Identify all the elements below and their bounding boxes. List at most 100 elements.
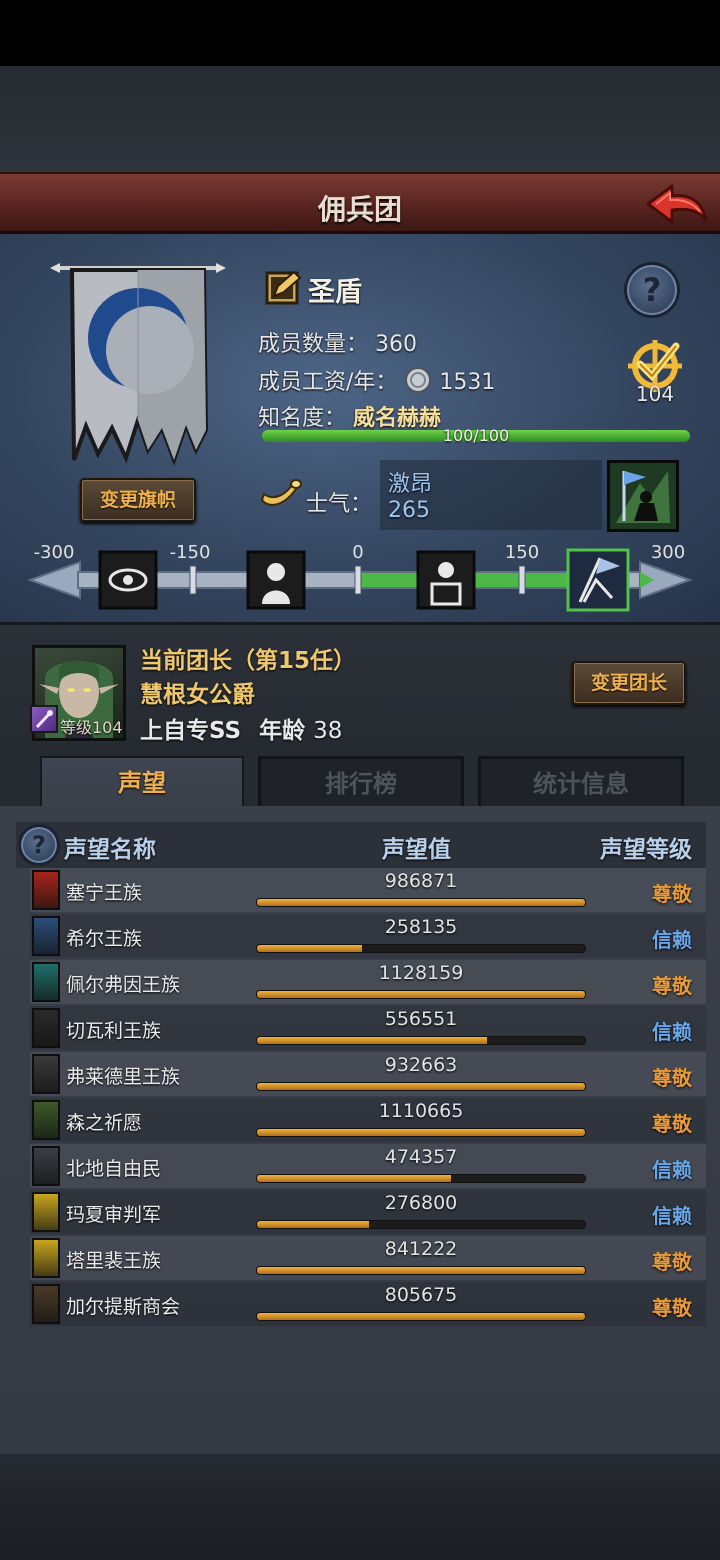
scale-left-arrow (27, 560, 81, 600)
edit-name-icon[interactable] (264, 268, 304, 308)
faction-name: 玛夏审判军 (66, 1204, 162, 1226)
change-banner-button[interactable]: 变更旗帜 (80, 478, 196, 522)
reputation-value: 1128159 (378, 962, 464, 984)
faction-crest-icon (32, 1284, 60, 1324)
reputation-level: 尊敬 (652, 882, 692, 906)
scale-tick (518, 565, 526, 595)
war-horn-icon (260, 479, 302, 506)
salary-row: 成员工资/年： 1531 (258, 364, 495, 396)
morale-stage-icon-eye (98, 550, 158, 610)
faction-crest-icon (32, 916, 60, 956)
reputation-progress-bar (256, 1036, 586, 1045)
reputation-help-button[interactable]: ? (18, 824, 60, 866)
reputation-progress-bar (256, 944, 586, 953)
page-title: 佣兵团 (317, 193, 402, 226)
reputation-row[interactable]: 北地自由民 474357 信赖 (30, 1144, 706, 1188)
reputation-progress-fill (257, 945, 362, 952)
morale-stage-icon-despair (246, 550, 306, 610)
reputation-level: 尊敬 (652, 1112, 692, 1136)
leader-title: 当前团长（第15任） (140, 648, 357, 674)
reputation-row[interactable]: 玛夏审判军 276800 信赖 (30, 1190, 706, 1234)
tab-statistics[interactable]: 统计信息 (478, 756, 684, 808)
faction-crest-icon (32, 1054, 60, 1094)
reputation-progress-bar (256, 898, 586, 907)
title-bar: 佣兵团 (0, 172, 720, 234)
faction-crest-icon (32, 1100, 60, 1140)
reputation-row[interactable]: 森之祈愿 1110665 尊敬 (30, 1098, 706, 1142)
reputation-progress-bar (256, 1128, 586, 1137)
faction-name: 佩尔弗因王族 (66, 974, 181, 996)
reputation-level: 尊敬 (652, 974, 692, 998)
faction-name: 弗莱德里王族 (66, 1066, 181, 1088)
morale-tick-label: 300 (651, 542, 685, 563)
reputation-progress-bar (256, 1220, 586, 1229)
morale-stage-icon-charge (566, 548, 630, 612)
header-level: 声望等级 (600, 837, 692, 863)
faction-name: 塞宁王族 (66, 882, 143, 904)
reputation-value: 841222 (384, 1238, 458, 1260)
reputation-level: 信赖 (652, 1020, 692, 1044)
tab-leaderboard[interactable]: 排行榜 (258, 756, 464, 808)
company-banner-flag (50, 263, 226, 466)
reputation-progress-fill (257, 1037, 487, 1044)
faction-crest-icon (32, 962, 60, 1002)
faction-crest-icon (32, 1008, 60, 1048)
status-bar (0, 0, 720, 66)
reputation-row[interactable]: 弗莱德里王族 932663 尊敬 (30, 1052, 706, 1096)
staff-icon (35, 710, 53, 729)
reputation-row[interactable]: 希尔王族 258135 信赖 (30, 914, 706, 958)
reputation-value: 1110665 (378, 1100, 464, 1122)
change-leader-button[interactable]: 变更团长 (572, 661, 686, 705)
reputation-progress-bar (256, 1312, 586, 1321)
morale-scale: -300 -150 0 150 300 (27, 542, 693, 612)
leader-class-icon (30, 705, 58, 733)
leader-stats: 上自专SS 年龄 38 (140, 711, 342, 745)
reputation-progress-fill (257, 1129, 585, 1136)
members-row: 成员数量： 360 (258, 326, 417, 358)
reputation-level: 尊敬 (652, 1296, 692, 1320)
leader-panel: 等级104 当前团长（第15任） 慧根女公爵 上自专SS 年龄 38 变更团长 (0, 622, 720, 750)
reputation-progress-fill (257, 1221, 369, 1228)
fame-progress-text: 100/100 (442, 426, 510, 445)
morale-tick-label: 150 (505, 542, 539, 563)
reputation-value: 986871 (384, 870, 458, 892)
back-arrow-icon[interactable] (644, 180, 710, 228)
reputation-progress-fill (257, 1313, 585, 1320)
morale-tick-label: -150 (170, 542, 211, 563)
leader-name: 慧根女公爵 (140, 682, 255, 708)
reputation-level: 信赖 (652, 928, 692, 952)
faction-name: 北地自由民 (66, 1158, 162, 1180)
morale-stage-icon-calm (416, 550, 476, 610)
reputation-level: 尊敬 (652, 1250, 692, 1274)
reputation-row[interactable]: 塞宁王族 986871 尊敬 (30, 868, 706, 912)
reputation-row[interactable]: 塔里裴王族 841222 尊敬 (30, 1236, 706, 1280)
morale-status-icon[interactable] (607, 460, 679, 532)
scale-tick (354, 565, 362, 595)
leader-age-label: 年龄 (259, 718, 306, 744)
header-value: 声望值 (382, 837, 451, 863)
reputation-row[interactable]: 切瓦利王族 556551 信赖 (30, 1006, 706, 1050)
salary-value: 1531 (439, 370, 496, 395)
reputation-value: 474357 (384, 1146, 458, 1168)
company-info-panel: 变更旗帜 圣盾 ? 成员数量： 360 成员工资/年： 1531 知名度： 威名… (0, 234, 720, 622)
silver-coin-icon (405, 367, 432, 393)
leader-level: 等级104 (60, 718, 123, 737)
background-texture (0, 66, 720, 176)
reputation-row[interactable]: 佩尔弗因王族 1128159 尊敬 (30, 960, 706, 1004)
bottom-background (0, 1454, 720, 1560)
reputation-panel: ? 声望名称 声望值 声望等级 塞宁王族 986871 尊敬 希尔王族 258135 信赖… (0, 806, 720, 1454)
tab-reputation[interactable]: 声望 (40, 756, 244, 808)
faction-crest-icon (32, 1238, 60, 1278)
reputation-value: 258135 (384, 916, 458, 938)
reputation-level: 信赖 (652, 1158, 692, 1182)
help-button[interactable]: ? (624, 262, 680, 318)
reputation-progress-bar (256, 990, 586, 999)
reputation-progress-bar (256, 1174, 586, 1183)
reputation-progress-fill (257, 899, 585, 906)
morale-label: 士气： (306, 492, 373, 517)
faction-name: 希尔王族 (66, 928, 143, 950)
faction-crest-icon (32, 1146, 60, 1186)
reputation-row[interactable]: 加尔提斯商会 805675 尊敬 (30, 1282, 706, 1326)
morale-word: 激昂 (388, 472, 433, 497)
reputation-progress-fill (257, 1267, 585, 1274)
